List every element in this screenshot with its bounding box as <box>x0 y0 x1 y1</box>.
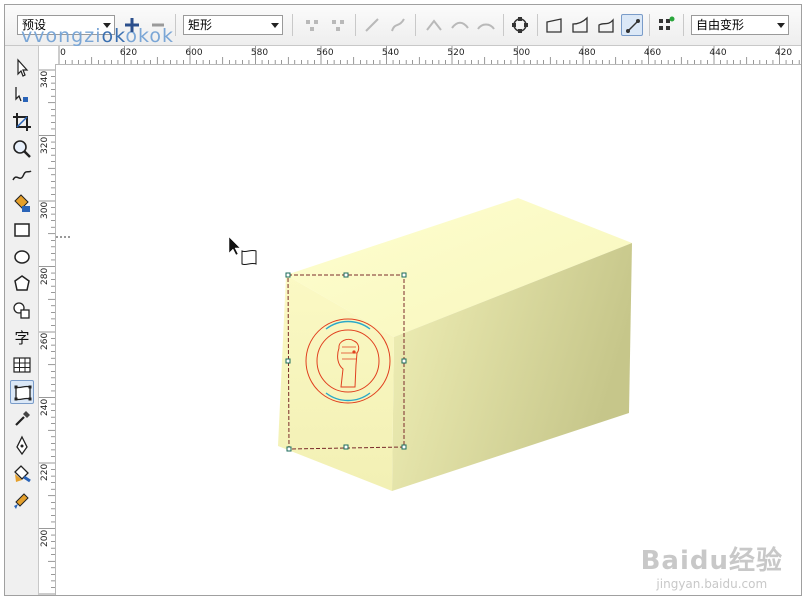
baidu-logo-text: Baidu经验 <box>640 546 783 576</box>
crop-tool-icon[interactable] <box>10 110 34 134</box>
polygon-tool-icon[interactable] <box>10 272 34 296</box>
mapping-mode-value: 自由变形 <box>696 18 745 32</box>
add-node-button[interactable] <box>301 14 323 36</box>
shape-type-combo[interactable]: 矩形 <box>183 15 283 35</box>
ruler-label: 460 <box>643 48 662 58</box>
to-line-button[interactable] <box>361 14 383 36</box>
separator <box>355 14 356 36</box>
cusp-node-button[interactable] <box>423 14 445 36</box>
chevron-down-icon <box>777 23 785 28</box>
remove-preset-button[interactable] <box>147 14 169 36</box>
horizontal-ruler[interactable]: 0 620 600 580 560 540 520 500 480 460 440 420 <box>55 46 801 65</box>
ruler-label: 500 <box>512 48 531 58</box>
baidu-url: jingyan.baidu.com <box>656 577 768 591</box>
separator <box>503 14 504 36</box>
envelope-tool-icon[interactable] <box>10 380 34 404</box>
toolbox: 字 <box>5 46 39 595</box>
freehand-tool-icon[interactable] <box>10 164 34 188</box>
mouse-cursor <box>228 236 257 266</box>
corel-window: 预设 vvongziokokok 矩形 自由变形 0 620 600 580 5… <box>4 4 802 596</box>
ruler-label: 320 <box>40 136 50 154</box>
ruler-label: 540 <box>381 48 400 58</box>
ruler-label: 420 <box>774 48 793 58</box>
drawing-canvas[interactable]: Baidu经验 jingyan.baidu.com <box>56 65 801 595</box>
smooth-node-button[interactable] <box>449 14 471 36</box>
ruler-label: 0 <box>60 48 66 58</box>
text-tool-icon[interactable]: 字 <box>10 326 34 350</box>
basic-shapes-tool-icon[interactable] <box>10 299 34 323</box>
zoom-tool-icon[interactable] <box>10 137 34 161</box>
baidu-watermark: Baidu经验 jingyan.baidu.com <box>641 540 783 591</box>
separator <box>292 14 293 36</box>
ruler-label: 200 <box>40 529 50 547</box>
vertical-ruler[interactable]: 340 320 300 280 260 240 220 200 180 <box>39 64 56 595</box>
table-tool-icon[interactable] <box>10 353 34 377</box>
add-preset-button[interactable] <box>121 14 143 36</box>
envelope-straight-line-button[interactable] <box>543 14 565 36</box>
pick-tool-icon[interactable] <box>10 56 34 80</box>
ruler-label: 620 <box>119 48 138 58</box>
ruler-label: 440 <box>709 48 727 58</box>
ruler-label: 520 <box>447 48 465 58</box>
envelope-single-arc-button[interactable] <box>569 14 591 36</box>
property-bar: 预设 vvongziokokok 矩形 自由变形 <box>5 5 801 47</box>
separator <box>649 14 650 36</box>
ruler-label: 340 <box>40 70 50 88</box>
smart-fill-tool-icon[interactable] <box>10 191 34 215</box>
ruler-label: 600 <box>185 48 203 58</box>
separator <box>175 14 176 36</box>
add-new-envelope-button[interactable] <box>509 14 531 36</box>
rectangle-tool-icon[interactable] <box>10 218 34 242</box>
fill-tool-icon[interactable] <box>10 461 34 485</box>
ellipse-tool-icon[interactable] <box>10 245 34 269</box>
mapping-mode-combo[interactable]: 自由变形 <box>691 15 789 35</box>
ruler-label: 300 <box>40 201 50 219</box>
interactive-fill-tool-icon[interactable] <box>10 488 34 512</box>
to-curve-button[interactable] <box>387 14 409 36</box>
separator <box>415 14 416 36</box>
envelope-unconstrained-button[interactable] <box>621 14 643 36</box>
separator <box>683 14 684 36</box>
ruler-label: 560 <box>316 48 334 58</box>
ruler-label: 480 <box>578 48 596 58</box>
ruler-label: 180 <box>40 595 50 596</box>
ruler-label: 260 <box>40 332 50 350</box>
ruler-label: 280 <box>40 267 50 285</box>
delete-node-button[interactable] <box>327 14 349 36</box>
ruler-label: 580 <box>250 48 269 58</box>
ruler-corner[interactable] <box>39 46 56 65</box>
outline-pen-tool-icon[interactable] <box>10 434 34 458</box>
envelope-mode-nodes-button[interactable] <box>655 14 677 36</box>
symmetric-node-button[interactable] <box>475 14 497 36</box>
shape-type-value: 矩形 <box>188 18 213 32</box>
ruler-label: 220 <box>40 463 50 481</box>
chevron-down-icon <box>271 23 279 28</box>
eyedropper-tool-icon[interactable] <box>10 407 34 431</box>
canvas-artwork <box>56 198 632 491</box>
envelope-double-arc-button[interactable] <box>595 14 617 36</box>
separator <box>537 14 538 36</box>
shape-tool-icon[interactable] <box>10 83 34 107</box>
ruler-label: 240 <box>40 398 50 416</box>
